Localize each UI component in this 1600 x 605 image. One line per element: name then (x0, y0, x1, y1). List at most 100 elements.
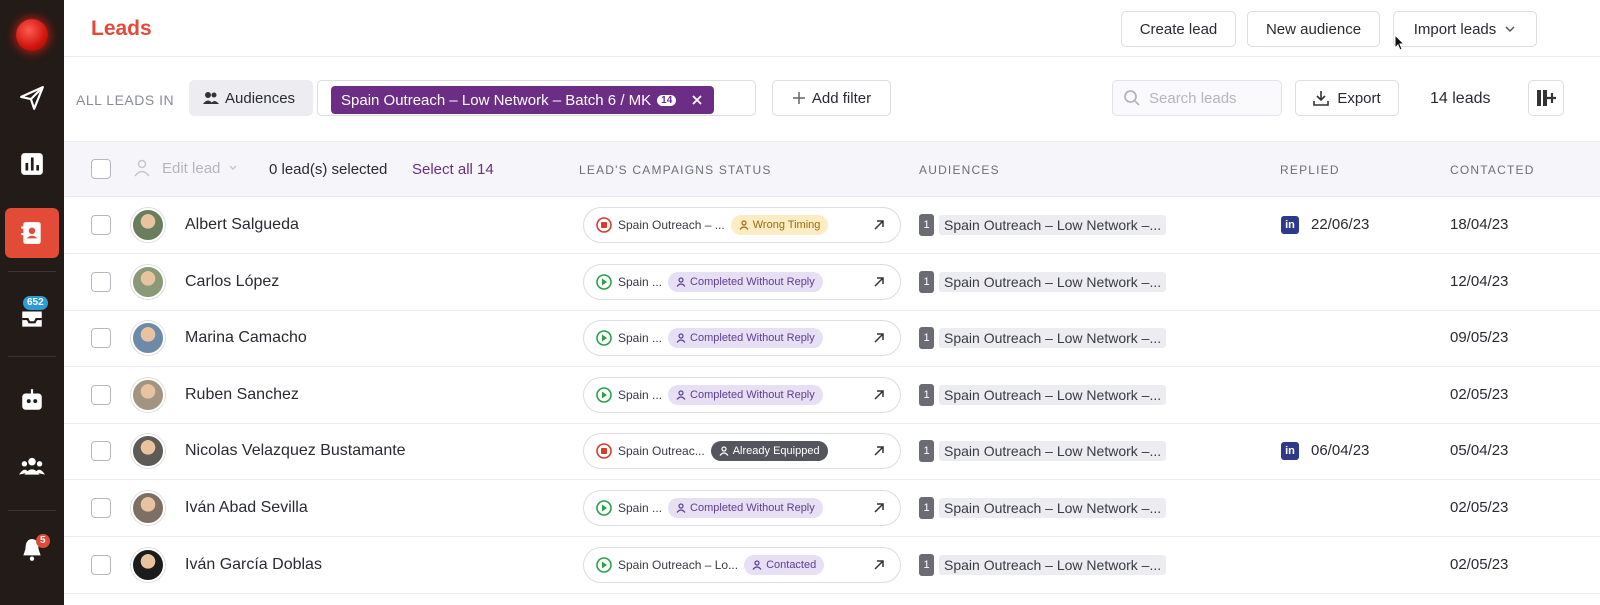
export-button[interactable]: Export (1295, 80, 1399, 116)
campaign-status[interactable]: Spain ... Completed Without Reply (583, 376, 901, 413)
row-checkbox[interactable] (91, 271, 111, 292)
audience-tag[interactable]: 1 Spain Outreach – Low Network –... (919, 213, 1167, 237)
logo[interactable] (16, 19, 48, 51)
send-icon[interactable] (0, 70, 64, 126)
avatar (131, 547, 165, 582)
search-icon (1124, 90, 1140, 106)
open-external-icon[interactable] (870, 386, 888, 404)
campaign-status[interactable]: Spain ... Completed Without Reply (583, 490, 901, 526)
status-badge-label: Completed Without Reply (690, 275, 815, 288)
mouse-cursor-icon (1394, 34, 1406, 51)
col-audiences[interactable]: AUDIENCES (919, 163, 1000, 177)
row-checkbox[interactable] (91, 215, 111, 235)
status-badge-label: Contacted (766, 558, 817, 571)
edit-lead-button[interactable]: Edit lead (134, 159, 238, 177)
contacts-icon[interactable] (5, 208, 59, 258)
open-external-icon[interactable] (870, 442, 888, 460)
avatar (131, 208, 165, 242)
person-icon (752, 559, 762, 570)
table-row[interactable]: Carlos López Spain ... Completed Without R… (64, 254, 1600, 311)
lead-name[interactable]: Albert Salgueda (185, 216, 299, 234)
table-row[interactable]: Iván García Doblas Spain Outreach – Lo...… (64, 537, 1600, 594)
audience-chip[interactable]: Spain Outreach – Low Network – Batch 6 /… (331, 86, 715, 114)
audience-tag[interactable]: 1 Spain Outreach – Low Network –... (919, 553, 1167, 577)
audience-tag[interactable]: 1 Spain Outreach – Low Network –... (919, 383, 1167, 407)
table-row[interactable]: Ruben Sanchez Spain ... Completed Without … (64, 367, 1600, 424)
add-filter-label: Add filter (811, 89, 872, 107)
contacted-date: 02/05/23 (1450, 555, 1509, 573)
row-checkbox[interactable] (91, 328, 111, 349)
download-icon (1313, 91, 1330, 106)
campaign-status[interactable]: Spain Outreach – Lo... Contacted (583, 546, 901, 583)
people-icon (203, 92, 219, 104)
campaign-name: Spain ... (618, 274, 663, 289)
audience-chip-label: Spain Outreach – Low Network – Batch 6 /… (341, 91, 652, 109)
audience-tag[interactable]: 1 Spain Outreach – Low Network –... (919, 326, 1167, 350)
audience-tag[interactable]: 1 Spain Outreach – Low Network –... (919, 270, 1167, 294)
topbar: Leads Create lead New audience Import le… (64, 0, 1600, 57)
bot-icon[interactable] (0, 372, 64, 428)
open-external-icon[interactable] (870, 273, 888, 291)
col-replied[interactable]: REPLIED (1280, 163, 1340, 177)
table-row[interactable]: Albert Salgueda Spain Outreach – ... Wrong… (64, 197, 1600, 254)
lead-name[interactable]: Carlos López (185, 273, 279, 291)
status-badge: Completed Without Reply (668, 498, 823, 518)
table-row[interactable]: Nicolas Velazquez Bustamante Spain Outrea… (64, 423, 1600, 481)
audiences-filter[interactable]: Audiences (189, 80, 313, 116)
audience-tag[interactable]: 1 Spain Outreach – Low Network –... (919, 496, 1167, 520)
lead-name[interactable]: Marina Camacho (185, 329, 307, 347)
audience-tag[interactable]: 1 Spain Outreach – Low Network –... (919, 439, 1167, 463)
campaign-name: Spain Outreach – Lo... (618, 557, 739, 572)
row-checkbox[interactable] (91, 384, 111, 405)
lead-name[interactable]: Ruben Sanchez (185, 386, 299, 404)
campaign-status[interactable]: Spain Outreach – ... Wrong Timing (583, 207, 901, 243)
bell-icon[interactable] (0, 522, 64, 578)
open-external-icon[interactable] (870, 556, 888, 574)
open-external-icon[interactable] (870, 499, 888, 517)
contacted-date: 02/05/23 (1450, 499, 1509, 516)
close-icon[interactable] (690, 93, 704, 107)
open-external-icon[interactable] (870, 329, 888, 347)
table-header: Edit lead 0 lead(s) selected Select all … (64, 142, 1600, 197)
row-checkbox[interactable] (91, 498, 111, 518)
row-checkbox[interactable] (91, 441, 111, 462)
campaign-status[interactable]: Spain Outreac... Already Equipped (583, 433, 901, 470)
status-badge-label: Completed Without Reply (690, 388, 815, 401)
person-icon (719, 446, 729, 457)
import-leads-button[interactable]: Import leads (1393, 11, 1537, 47)
audience-name: Spain Outreach – Low Network –... (939, 384, 1167, 405)
person-icon (676, 276, 686, 287)
analytics-icon[interactable] (0, 136, 64, 192)
status-badge: Contacted (744, 554, 825, 575)
col-contacted[interactable]: CONTACTED (1450, 163, 1535, 177)
add-filter-button[interactable]: Add filter (772, 80, 891, 116)
audience-name: Spain Outreach – Low Network –... (939, 441, 1167, 462)
replied-date: 06/04/23 (1311, 442, 1370, 460)
select-all-link[interactable]: Select all 14 (412, 161, 494, 178)
col-campaigns-status[interactable]: LEAD'S CAMPAIGNS STATUS (579, 163, 772, 177)
campaign-status[interactable]: Spain ... Completed Without Reply (583, 263, 901, 300)
avatar (131, 434, 165, 469)
status-badge-label: Completed Without Reply (690, 502, 815, 514)
table-row[interactable]: Iván Abad Sevilla Spain ... Completed With… (64, 480, 1600, 537)
lead-name[interactable]: Iván Abad Sevilla (185, 499, 308, 517)
select-all-checkbox[interactable] (91, 159, 111, 179)
contacted-date: 18/04/23 (1450, 216, 1509, 233)
open-external-icon[interactable] (870, 216, 888, 234)
lead-name[interactable]: Nicolas Velazquez Bustamante (185, 442, 406, 460)
contacted-date: 12/04/23 (1450, 272, 1509, 290)
create-lead-button[interactable]: Create lead (1121, 11, 1236, 47)
audience-name: Spain Outreach – Low Network –... (939, 271, 1167, 292)
row-checkbox[interactable] (91, 554, 111, 575)
lead-name[interactable]: Iván García Doblas (185, 556, 322, 574)
plus-icon (792, 92, 805, 104)
column-settings-button[interactable] (1528, 80, 1564, 116)
contacted-date: 02/05/23 (1450, 385, 1509, 403)
campaign-status[interactable]: Spain ... Completed Without Reply (583, 320, 901, 357)
team-icon[interactable] (0, 438, 64, 494)
search-input[interactable]: Search leads (1112, 80, 1282, 116)
table-row[interactable]: Marina Camacho Spain ... Completed Without… (64, 310, 1600, 368)
avatar (131, 321, 165, 356)
new-audience-button[interactable]: New audience (1247, 11, 1380, 47)
new-audience-label: New audience (1265, 20, 1362, 38)
